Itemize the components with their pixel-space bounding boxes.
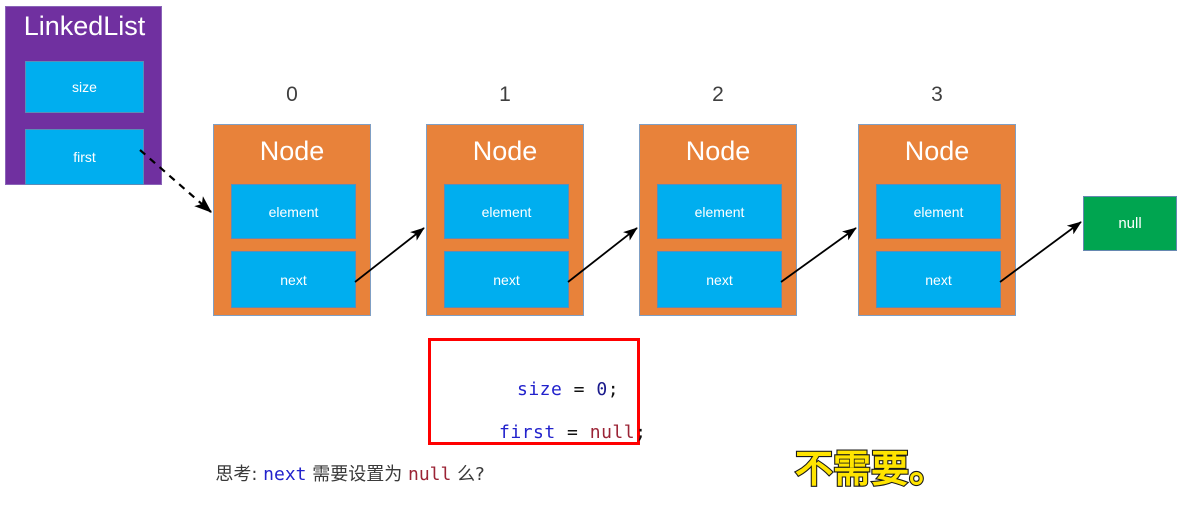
caption-prefix: 思考: xyxy=(215,464,264,485)
node-index-2: 2 xyxy=(712,83,724,106)
code-token-zero: 0 xyxy=(596,379,608,400)
node-index-0: 0 xyxy=(286,83,298,106)
linkedlist-field-first: first xyxy=(25,129,144,185)
node-field-next-0: next xyxy=(231,251,356,308)
code-token-semicolon-2: ; xyxy=(635,422,647,443)
caption-suffix: 么? xyxy=(451,464,485,485)
node-title-2: Node xyxy=(685,136,751,166)
node-field-element-0: element xyxy=(231,184,356,239)
linkedlist-field-size: size xyxy=(25,61,144,113)
node-box-1: Node element next xyxy=(426,124,584,316)
node-field-element-2: element xyxy=(657,184,782,239)
caption-code-next: next xyxy=(263,464,307,485)
code-token-first: first xyxy=(499,422,556,443)
caption-code-null: null xyxy=(407,464,452,485)
node-field-next-3: next xyxy=(876,251,1001,308)
node-field-element-3: element xyxy=(876,184,1001,239)
node-box-2: Node element next xyxy=(639,124,797,316)
code-token-semicolon-1: ; xyxy=(607,379,620,400)
node-index-1: 1 xyxy=(499,83,511,106)
node-field-next-1: next xyxy=(444,251,569,308)
node-field-element-1: element xyxy=(444,184,569,239)
node-index-3: 3 xyxy=(931,83,943,106)
code-token-size: size xyxy=(516,379,563,400)
node-field-next-2: next xyxy=(657,251,782,308)
node-box-3: Node element next xyxy=(858,124,1016,316)
linkedlist-title: LinkedList xyxy=(23,11,146,41)
caption-question: 思考: next 需要设置为 null 么? xyxy=(0,460,700,486)
node-box-0: Node element next xyxy=(213,124,371,316)
code-block: size = 0; first = null; xyxy=(428,338,646,445)
null-terminator-box: null xyxy=(1083,196,1177,251)
node-title-3: Node xyxy=(904,136,970,166)
code-token-null: null xyxy=(589,422,636,443)
caption-middle: 需要设置为 xyxy=(306,464,408,485)
linkedlist-box: LinkedList size first xyxy=(5,6,162,185)
code-token-assign-1: = xyxy=(562,379,597,400)
node-title-1: Node xyxy=(472,136,538,166)
node-title-0: Node xyxy=(259,136,325,166)
code-line-2: first = null; xyxy=(431,401,646,464)
answer-text: 不需要。 xyxy=(794,446,948,492)
code-token-assign-2: = xyxy=(555,422,590,443)
diagram-canvas: LinkedList size first 0 1 2 3 Node eleme… xyxy=(0,0,1179,505)
